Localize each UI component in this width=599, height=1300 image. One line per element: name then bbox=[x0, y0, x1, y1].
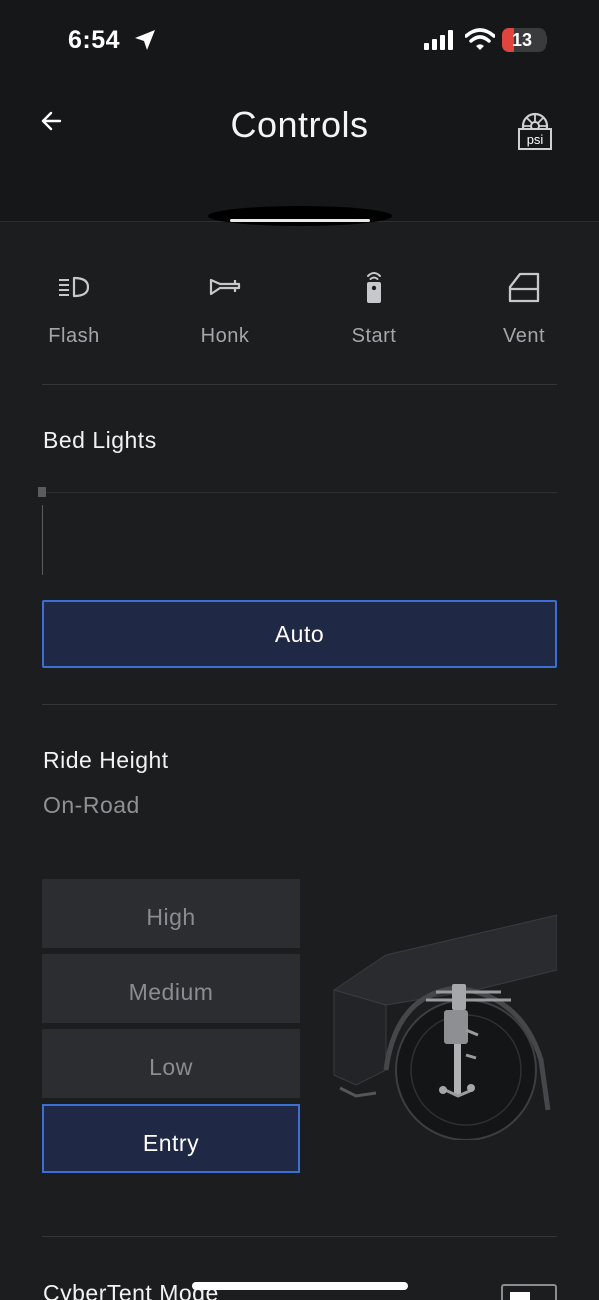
location-arrow-icon bbox=[135, 30, 155, 50]
ride-height-option-entry[interactable]: Entry bbox=[42, 1104, 300, 1173]
cybertent-mode-toggle[interactable] bbox=[501, 1284, 557, 1300]
battery-nub bbox=[544, 35, 547, 45]
sheet-handle[interactable] bbox=[230, 219, 370, 222]
cellular-signal-icon bbox=[424, 30, 453, 50]
start-label: Start bbox=[351, 325, 397, 347]
wifi-icon bbox=[465, 28, 495, 50]
window-icon bbox=[508, 272, 540, 303]
horn-icon bbox=[209, 278, 241, 296]
flash-label: Flash bbox=[48, 325, 100, 347]
ride-height-current-mode: On-Road bbox=[43, 792, 140, 818]
battery-percentage: 13 bbox=[511, 30, 533, 50]
honk-label: Honk bbox=[200, 325, 250, 347]
ride-height-option-medium[interactable]: Medium bbox=[42, 954, 300, 1023]
flash-button[interactable]: Flash bbox=[24, 260, 124, 360]
bed-lights-title: Bed Lights bbox=[43, 427, 157, 453]
bed-lights-slider-indicator bbox=[42, 505, 43, 575]
home-indicator[interactable] bbox=[192, 1282, 408, 1290]
psi-icon-text: psi bbox=[527, 132, 544, 147]
toggle-knob bbox=[510, 1292, 530, 1300]
header: Controls psi bbox=[0, 80, 599, 226]
sheet-handle-shadow bbox=[208, 206, 392, 226]
headlight-icon bbox=[59, 276, 90, 298]
bed-lights-slider-track[interactable] bbox=[42, 492, 557, 493]
divider bbox=[42, 384, 557, 385]
honk-button[interactable]: Honk bbox=[175, 260, 275, 360]
bed-lights-slider-handle[interactable] bbox=[38, 487, 46, 497]
tire-pressure-psi-icon: psi bbox=[518, 112, 552, 150]
tire-pressure-button[interactable]: psi bbox=[514, 110, 556, 152]
ride-height-option-high[interactable]: High bbox=[42, 879, 300, 948]
ride-height-title: Ride Height bbox=[43, 747, 169, 773]
battery-indicator: 13 bbox=[502, 28, 546, 52]
divider bbox=[42, 704, 557, 705]
key-fob-icon bbox=[367, 272, 381, 303]
bed-lights-auto-button[interactable]: Auto bbox=[42, 600, 557, 668]
vent-label: Vent bbox=[502, 325, 546, 347]
quick-actions: Flash Honk Start Vent bbox=[0, 260, 599, 360]
status-bar: 6:54 13 bbox=[0, 0, 599, 80]
vent-button[interactable]: Vent bbox=[474, 260, 574, 360]
page-title: Controls bbox=[230, 104, 369, 145]
start-button[interactable]: Start bbox=[324, 260, 424, 360]
divider bbox=[42, 1236, 557, 1237]
ride-height-option-low[interactable]: Low bbox=[42, 1029, 300, 1098]
suspension-illustration bbox=[332, 914, 557, 1140]
status-time: 6:54 bbox=[68, 26, 121, 54]
